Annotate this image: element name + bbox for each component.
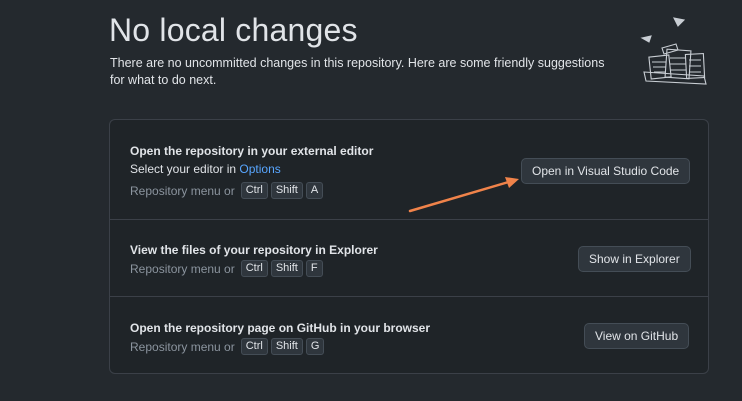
suggestion-view-on-github: Open the repository page on GitHub in yo…: [110, 297, 708, 373]
suggestion-show-in-explorer: View the files of your repository in Exp…: [110, 220, 708, 297]
shortcut-hint-label: Repository menu or: [130, 339, 235, 354]
page-subtitle: There are no uncommitted changes in this…: [110, 56, 605, 87]
suggestion-title: Open the repository in your external edi…: [130, 144, 374, 158]
suggestions-panel: Open the repository in your external edi…: [109, 119, 709, 374]
kbd-shift: Shift: [270, 338, 303, 355]
show-in-explorer-button[interactable]: Show in Explorer: [578, 246, 691, 272]
view-on-github-button[interactable]: View on GitHub: [584, 323, 690, 349]
kbd-shift: Shift: [270, 182, 303, 199]
open-in-vscode-button[interactable]: Open in Visual Studio Code: [521, 158, 691, 184]
no-local-changes-view: No local changes There are no uncommitte…: [0, 0, 742, 401]
shortcut-hint: Repository menu or Ctrl Shift F: [130, 260, 323, 277]
shortcut-hint: Repository menu or Ctrl Shift A: [130, 182, 324, 199]
kbd-a: A: [305, 182, 324, 199]
shortcut-hint-label: Repository menu or: [130, 183, 235, 198]
shortcut-hint: Repository menu or Ctrl Shift G: [130, 338, 325, 355]
kbd-shift: Shift: [270, 260, 303, 277]
suggestion-title: View the files of your repository in Exp…: [130, 243, 378, 257]
page-title: No local changes: [109, 12, 358, 48]
kbd-ctrl: Ctrl: [240, 182, 268, 199]
kbd-g: G: [305, 338, 325, 355]
paper-stack-illustration-icon: [636, 12, 716, 92]
options-link[interactable]: Options: [239, 162, 280, 176]
description-text: Select your editor in: [130, 162, 240, 176]
kbd-ctrl: Ctrl: [240, 338, 268, 355]
kbd-f: F: [305, 260, 323, 277]
kbd-ctrl: Ctrl: [240, 260, 268, 277]
suggestion-description: Select your editor in Options: [130, 162, 281, 176]
suggestion-title: Open the repository page on GitHub in yo…: [130, 321, 431, 335]
suggestion-open-in-editor: Open the repository in your external edi…: [110, 120, 708, 220]
shortcut-hint-label: Repository menu or: [130, 261, 235, 276]
